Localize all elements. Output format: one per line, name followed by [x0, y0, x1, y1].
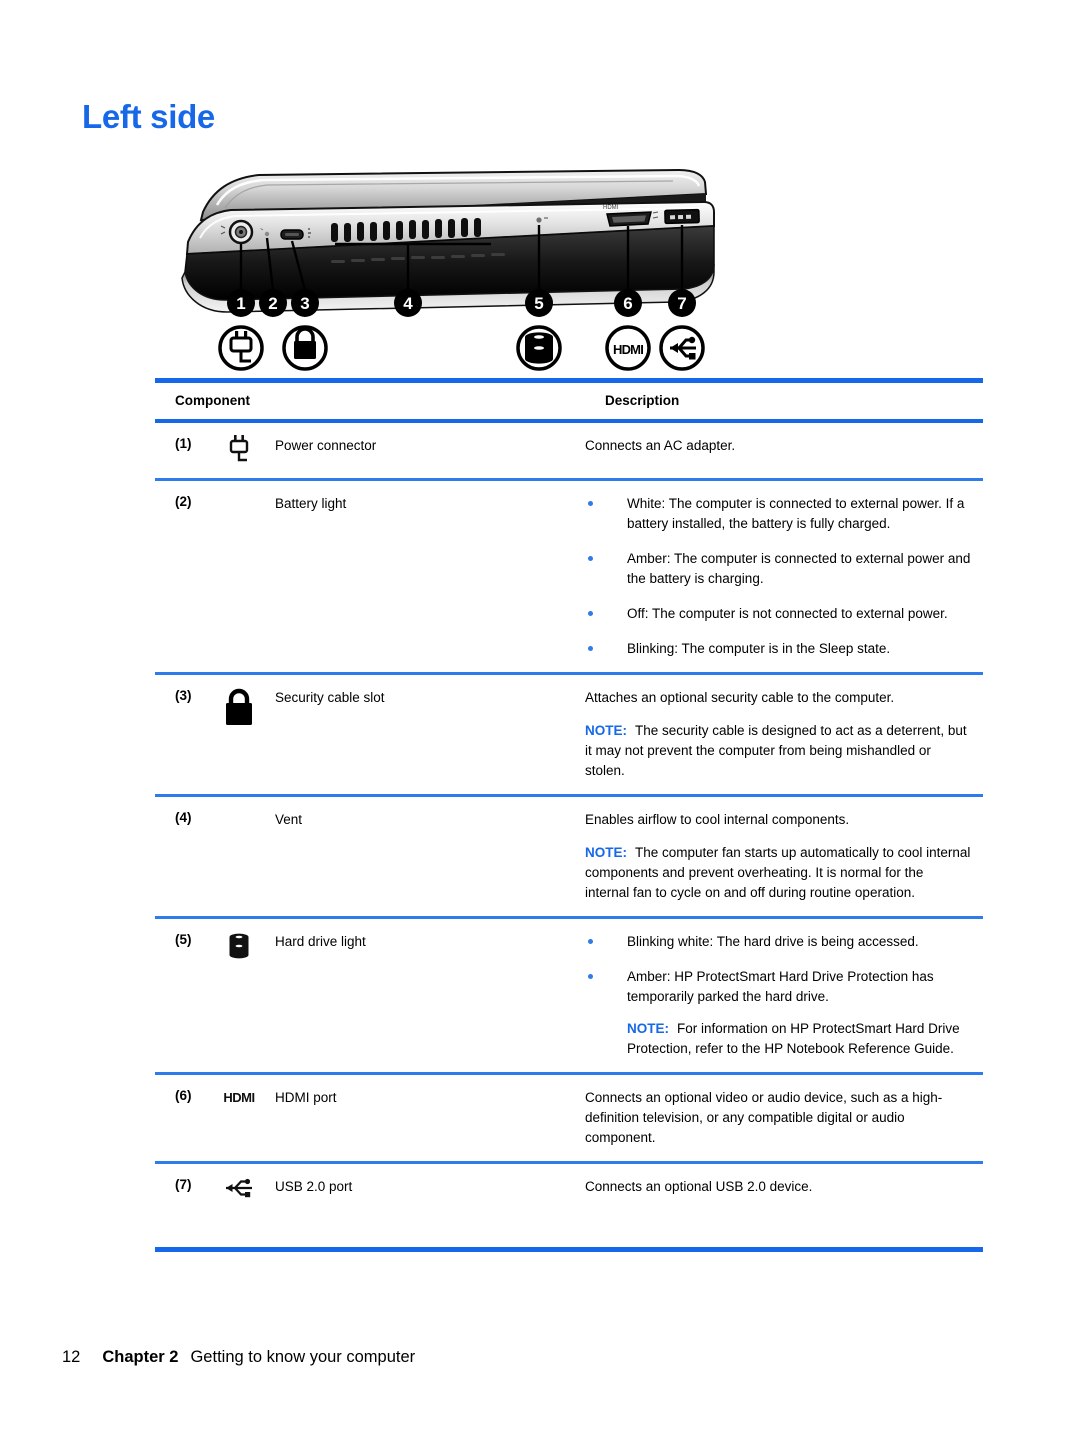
- row-description: Connects an AC adapter.: [585, 434, 983, 456]
- row-callout-number: (4): [175, 809, 192, 825]
- row-description: White: The computer is connected to exte…: [585, 492, 983, 659]
- row-component-name: Security cable slot: [275, 689, 385, 705]
- row-callout-number: (7): [175, 1177, 192, 1193]
- footer-chapter: Chapter 2: [102, 1348, 179, 1366]
- description-bullet-item: Amber: The computer is connected to exte…: [585, 549, 971, 589]
- table-row: (2) Battery light White: The computer is c…: [155, 481, 983, 672]
- description-paragraph: Enables airflow to cool internal compone…: [585, 811, 850, 827]
- svg-text:1: 1: [236, 294, 245, 313]
- note-text: The computer fan starts up automatically…: [585, 844, 971, 900]
- row-callout-number: (5): [175, 931, 192, 947]
- row-callout-number: (1): [175, 436, 192, 451]
- table-bottom-spacer: [155, 1213, 983, 1247]
- svg-text:HDMI: HDMI: [613, 342, 643, 357]
- column-header-component: Component: [175, 393, 250, 408]
- svg-text:3: 3: [300, 294, 309, 313]
- note-block: NOTE: For information on HP ProtectSmart …: [627, 1019, 971, 1059]
- svg-text:HDMI: HDMI: [603, 205, 619, 211]
- power-connector-icon: [203, 434, 275, 465]
- row-component-name: Vent: [275, 811, 303, 827]
- hard-drive-icon: [203, 930, 275, 963]
- table-row: (4) Vent Enables airflow to cool internal …: [155, 797, 983, 916]
- page-title: Left side: [82, 98, 215, 135]
- column-header-description: Description: [605, 393, 680, 408]
- callout-5: 5: [525, 289, 553, 317]
- svg-text:5: 5: [534, 294, 543, 313]
- svg-text:4: 4: [403, 294, 413, 313]
- row-icon-empty: [203, 492, 275, 493]
- row-callout-number: (2): [175, 494, 192, 509]
- callout-7: 7: [668, 289, 696, 317]
- callout-icon-row: HDMI: [218, 325, 705, 371]
- row-description: Enables airflow to cool internal compone…: [585, 808, 983, 903]
- table-bottom-rule: [155, 1247, 983, 1253]
- table-header-row: Component Description: [155, 383, 983, 419]
- row-description: Connects an optional USB 2.0 device.: [585, 1175, 983, 1197]
- description-bullet-item: Blinking: The computer is in the Sleep s…: [585, 639, 971, 659]
- table-row: (6) HDMI HDMI port Connects an optional vid…: [155, 1075, 983, 1161]
- power-connector-icon: [218, 325, 264, 371]
- row-component-name: Battery light: [275, 496, 347, 511]
- note-block: NOTE: The security cable is designed to a…: [585, 721, 971, 781]
- description-bullet-item: White: The computer is connected to exte…: [585, 494, 971, 534]
- row-description: Attaches an optional security cable to t…: [585, 686, 983, 781]
- document-page: Left side HDMI 1 2 3 4 5 6 7 HDMI Compon…: [0, 0, 1080, 1437]
- description-bullet-item: Blinking white: The hard drive is being …: [585, 932, 971, 952]
- table-row: (3) Security cable slot Attaches an option…: [155, 675, 983, 794]
- row-callout-number: (6): [175, 1088, 192, 1104]
- row-component-name: USB 2.0 port: [275, 1179, 353, 1195]
- callout-2: 2: [259, 289, 287, 317]
- description-paragraph: Connects an optional USB 2.0 device.: [585, 1179, 813, 1195]
- svg-text:7: 7: [677, 294, 686, 313]
- row-component-name: Hard drive light: [275, 933, 366, 949]
- hard-drive-icon: [516, 325, 562, 371]
- note-text: For information on HP ProtectSmart Hard …: [627, 1021, 960, 1057]
- lock-icon: [203, 686, 275, 729]
- footer-chapter-title: Getting to know your computer: [190, 1348, 416, 1366]
- row-component-name: Power connector: [275, 438, 377, 453]
- footer-page-number: 12: [62, 1348, 81, 1366]
- hdmi-icon: HDMI: [203, 1086, 275, 1107]
- laptop-left-side-illustration: HDMI 1 2 3 4 5 6 7 HDMI: [155, 168, 715, 373]
- page-footer: 12 Chapter 2 Getting to know your computer: [62, 1348, 415, 1367]
- callout-1: 1: [227, 289, 255, 317]
- table-row: (7) USB 2.0 port Connects an optional USB …: [155, 1164, 983, 1213]
- description-paragraph: Attaches an optional security cable to t…: [585, 689, 895, 705]
- callout-4: 4: [394, 289, 422, 317]
- hdmi-icon: HDMI: [605, 325, 651, 371]
- row-description: Blinking white: The hard drive is being …: [585, 930, 983, 1060]
- description-paragraph: Connects an AC adapter.: [585, 438, 736, 453]
- svg-text:2: 2: [268, 294, 277, 313]
- description-bullet-item: Amber: HP ProtectSmart Hard Drive Protec…: [585, 967, 971, 1007]
- components-table: Component Description (1) Power connector…: [155, 378, 983, 1253]
- description-bullet-item: Off: The computer is not connected to ex…: [585, 604, 971, 624]
- row-description: Connects an optional video or audio devi…: [585, 1086, 983, 1148]
- description-bullet-list: White: The computer is connected to exte…: [585, 494, 971, 659]
- callout-3: 3: [291, 289, 319, 317]
- svg-text:6: 6: [623, 294, 632, 313]
- note-block: NOTE: The computer fan starts up automati…: [585, 843, 971, 903]
- table-body: (1) Power connector Connects an AC adapter…: [155, 423, 983, 1247]
- row-callout-number: (3): [175, 687, 192, 703]
- note-label: NOTE:: [627, 1021, 669, 1037]
- row-icon-empty: [203, 808, 275, 809]
- table-row: (5) Hard drive light Blinking white: The h…: [155, 919, 983, 1073]
- lock-icon: [282, 325, 328, 371]
- usb-icon: [659, 325, 705, 371]
- note-text: The security cable is designed to act as…: [585, 722, 967, 778]
- usb-icon: [203, 1175, 275, 1200]
- row-component-name: HDMI port: [275, 1090, 337, 1106]
- note-label: NOTE:: [585, 722, 627, 738]
- description-paragraph: Connects an optional video or audio devi…: [585, 1090, 943, 1146]
- svg-text:HDMI: HDMI: [223, 1090, 254, 1105]
- description-bullet-list: Blinking white: The hard drive is being …: [585, 932, 971, 1007]
- callout-6: 6: [614, 289, 642, 317]
- note-label: NOTE:: [585, 844, 627, 860]
- table-row: (1) Power connector Connects an AC adapter…: [155, 423, 983, 478]
